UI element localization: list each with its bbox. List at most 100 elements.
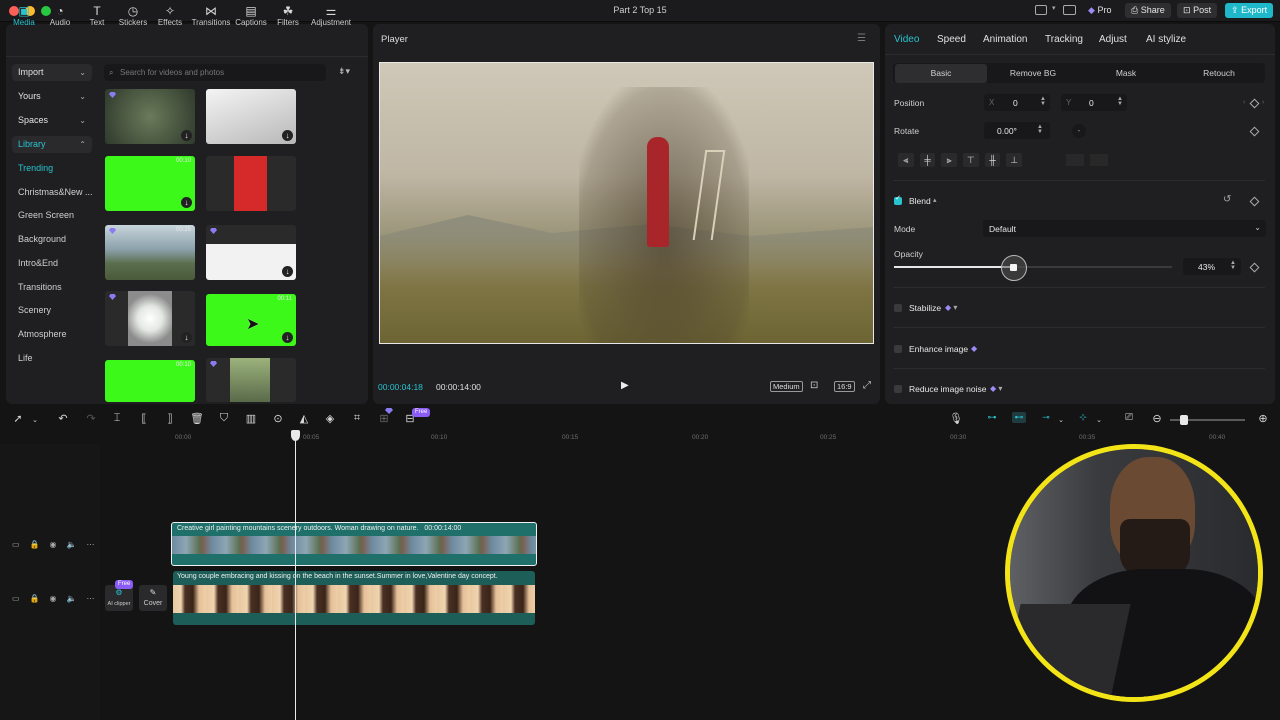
library-item-scenery[interactable]: Scenery [18, 305, 51, 315]
video-preview[interactable] [379, 62, 874, 344]
import-select[interactable]: Import ⌄ [12, 64, 92, 81]
track-icon[interactable]: ▭ [12, 594, 20, 603]
stabilize-checkbox[interactable] [894, 304, 902, 312]
video-clip-1[interactable]: Creative girl painting mountains scenery… [171, 522, 537, 566]
resize-icon[interactable]: ⊞ [377, 412, 391, 425]
media-thumbnail[interactable]: 00:25 [105, 225, 195, 280]
chevron-down-icon[interactable]: ⌄ [28, 416, 42, 424]
align-top-icon[interactable]: ⊤ [963, 153, 979, 167]
tab-video[interactable]: Video [894, 34, 919, 45]
lock-icon[interactable]: 🔒 [30, 594, 40, 603]
preview-axis-icon[interactable]: ⊸ [1039, 412, 1053, 423]
ratio-button[interactable]: 16:9 [834, 381, 855, 392]
tab-media[interactable]: ▣ Media [7, 4, 41, 27]
subtab-remove-bg[interactable]: Remove BG [987, 64, 1079, 83]
tab-ai-stylize[interactable]: AI stylize [1146, 34, 1186, 45]
freeze-icon[interactable]: ▥ [244, 412, 258, 425]
align-center-icon[interactable]: ╪ [919, 153, 936, 167]
chevron-up-icon[interactable]: ▴ [933, 196, 937, 204]
library-item-intro-end[interactable]: Intro&End [18, 258, 58, 268]
tab-transitions[interactable]: ⋈ Transitions [191, 4, 231, 27]
library-select[interactable]: Library ⌃ [12, 136, 92, 153]
subtab-mask[interactable]: Mask [1080, 64, 1172, 83]
volume-icon[interactable]: 🔈 [67, 540, 77, 549]
chevron-down-icon[interactable]: ⌄ [1054, 416, 1068, 424]
menu-icon[interactable]: ☰ [857, 33, 866, 44]
subtab-retouch[interactable]: Retouch [1173, 64, 1265, 83]
library-item-green-screen[interactable]: Green Screen [18, 210, 74, 220]
opacity-slider-handle[interactable] [1000, 255, 1027, 281]
delete-icon[interactable]: 🗑 [190, 412, 204, 425]
pro-badge[interactable]: ◆ Pro [1088, 5, 1111, 16]
download-icon[interactable]: ↓ [181, 332, 192, 343]
media-thumbnail[interactable]: 00:10 [105, 360, 195, 402]
playhead-handle[interactable] [291, 430, 300, 441]
x-stepper[interactable]: ▲ ▼ [1039, 96, 1047, 107]
split-right-icon[interactable]: ⟧ [163, 412, 177, 425]
more-icon[interactable]: ⋯ [86, 594, 94, 603]
media-thumbnail[interactable]: ↓ [206, 225, 296, 280]
select-cursor-icon[interactable]: ➚ [11, 412, 25, 425]
chevron-down-icon[interactable]: ▾ [1052, 4, 1056, 12]
play-button[interactable]: ▶ [621, 380, 629, 391]
mirror-icon[interactable]: ◭ [297, 412, 311, 425]
zoom-out-icon[interactable]: ⊖ [1150, 412, 1164, 425]
opacity-stepper[interactable]: ▲ ▼ [1229, 260, 1237, 271]
media-thumbnail[interactable]: ↓ [105, 291, 195, 346]
media-thumbnail[interactable]: ↓ [105, 89, 195, 144]
library-item-life[interactable]: Life [18, 353, 33, 363]
link-icon[interactable]: ⊷ [1012, 412, 1026, 423]
filter-sort-icon[interactable]: ⇟▾ [338, 66, 350, 77]
download-icon[interactable]: ↓ [181, 130, 192, 141]
volume-icon[interactable]: 🔈 [67, 594, 77, 603]
reverse-icon[interactable]: ⊙ [271, 412, 285, 425]
download-icon[interactable]: ↓ [282, 130, 293, 141]
library-item-transitions[interactable]: Transitions [18, 282, 62, 292]
mode-select[interactable]: Default ⌄ [983, 220, 1266, 237]
eye-icon[interactable]: ◉ [50, 594, 57, 603]
split-icon[interactable]: ⌶ [110, 412, 124, 425]
zoom-in-icon[interactable]: ⊕ [1256, 412, 1270, 425]
prev-keyframe-icon[interactable]: ‹ [1243, 99, 1245, 106]
chevron-down-icon[interactable]: ⌄ [1092, 416, 1106, 424]
align-middle-icon[interactable]: ╫ [984, 153, 1001, 167]
tab-audio[interactable]: ◔ Audio [43, 4, 77, 27]
tab-filters[interactable]: ☘ Filters [271, 4, 305, 27]
captions-preview-icon[interactable]: ⎚ [1122, 412, 1136, 423]
fullscreen-icon[interactable]: ⤢ [863, 380, 871, 391]
download-icon[interactable]: ↓ [282, 266, 293, 277]
more-icon[interactable]: ⋯ [86, 540, 94, 549]
media-thumbnail[interactable]: 00:10 ↓ [105, 156, 195, 211]
download-icon[interactable]: ↓ [181, 197, 192, 208]
media-thumbnail[interactable]: ↓ [206, 89, 296, 144]
tab-stickers[interactable]: ◷ Stickers [116, 4, 150, 27]
keyboard-icon[interactable] [1063, 5, 1076, 15]
post-button[interactable]: ⊡ Post [1177, 3, 1218, 18]
enhance-checkbox[interactable] [894, 345, 902, 353]
undo-icon[interactable]: ↶ [56, 412, 70, 425]
mark-icon[interactable]: ⛉ [217, 412, 231, 425]
spaces-select[interactable]: Spaces ⌄ [12, 112, 92, 129]
tab-text[interactable]: T Text [80, 4, 114, 27]
redo-icon[interactable]: ↷ [84, 412, 98, 425]
crop-icon[interactable]: ⌗ [350, 412, 364, 425]
fit-icon[interactable]: ⊡ [810, 380, 818, 391]
lock-icon[interactable]: 🔒 [30, 540, 40, 549]
rotate-dial-icon[interactable]: - [1072, 124, 1086, 138]
tab-speed[interactable]: Speed [937, 34, 966, 45]
rotate-stepper[interactable]: ▲ ▼ [1036, 124, 1044, 135]
opacity-slider[interactable] [894, 266, 1172, 268]
reduce-noise-checkbox[interactable] [894, 385, 902, 393]
playhead[interactable] [295, 430, 296, 720]
tab-adjust[interactable]: Adjust [1099, 34, 1127, 45]
media-thumbnail[interactable] [206, 156, 296, 211]
next-keyframe-icon[interactable]: › [1262, 99, 1264, 106]
align-left-icon[interactable]: ⫷ [898, 153, 914, 167]
layout-icon[interactable] [1035, 5, 1047, 15]
track-ripple-icon[interactable]: ⊹ [1076, 412, 1090, 423]
yours-select[interactable]: Yours ⌄ [12, 88, 92, 105]
timeline-ruler[interactable] [172, 432, 1280, 444]
library-item-trending[interactable]: Trending [18, 163, 53, 173]
library-item-background[interactable]: Background [18, 234, 66, 244]
y-stepper[interactable]: ▲ ▼ [1116, 96, 1124, 107]
